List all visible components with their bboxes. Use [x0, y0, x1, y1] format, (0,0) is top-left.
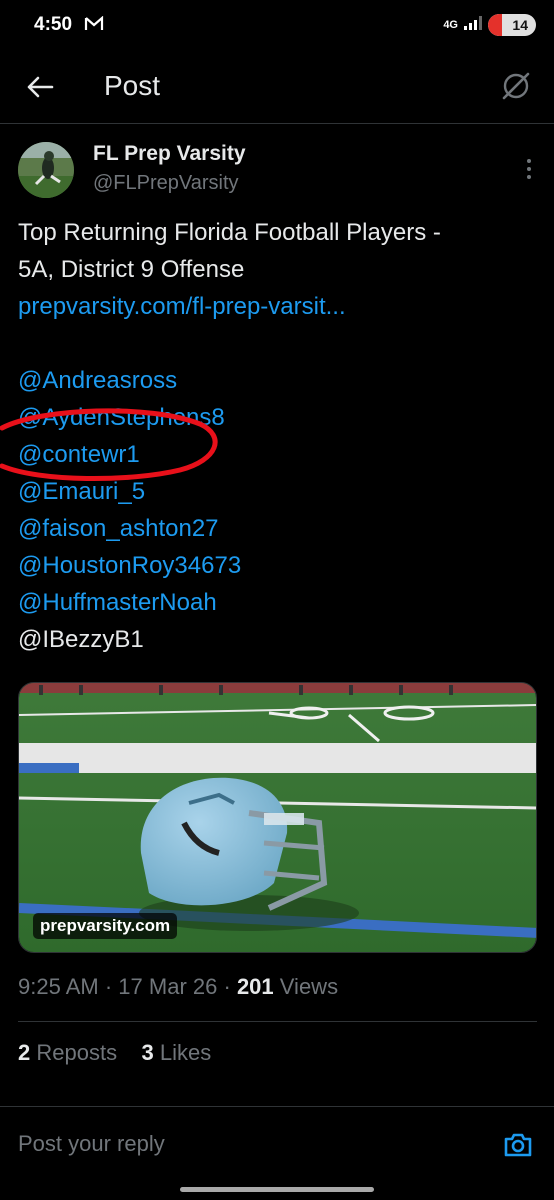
post-text-line: 5A, District 9 Offense — [18, 256, 245, 283]
mention-text: @IBezzyB1 — [18, 626, 144, 653]
post-image[interactable]: prepvarsity.com — [18, 682, 537, 953]
reply-input[interactable]: Post your reply — [18, 1131, 165, 1157]
post-text-line: Top Returning Florida Football Players - — [18, 219, 441, 246]
post-link[interactable]: prepvarsity.com/fl-prep-varsit... — [18, 288, 538, 325]
signal-icon — [464, 15, 482, 35]
post-header: Post — [0, 54, 554, 124]
post-body: Top Returning Florida Football Players -… — [18, 214, 538, 658]
post-stats: 2 Reposts 3 Likes — [18, 1040, 211, 1066]
more-dots-icon — [527, 159, 531, 163]
battery-indicator: 14 — [488, 14, 536, 36]
views-label[interactable]: Views — [280, 974, 338, 999]
mention-link[interactable]: @contewr1 — [18, 436, 538, 473]
mention-link[interactable]: @HoustonRoy34673 — [18, 547, 538, 584]
arrow-left-icon — [27, 76, 54, 98]
more-options-button[interactable] — [522, 154, 536, 184]
reposts-count: 2 — [18, 1040, 31, 1065]
author-handle[interactable]: @FLPrepVarsity — [93, 172, 239, 195]
camera-button[interactable] — [502, 1129, 534, 1161]
mention-link[interactable]: @Emauri_5 — [18, 473, 538, 510]
network-type: 4G — [443, 19, 458, 31]
media-caption: prepvarsity.com — [33, 913, 178, 939]
battery-level: 14 — [512, 17, 528, 33]
likes-stat[interactable]: 3 Likes — [142, 1040, 212, 1065]
likes-label: Likes — [159, 1040, 212, 1065]
post-time: 9:25 AM — [18, 974, 99, 999]
author-name[interactable]: FL Prep Varsity — [93, 142, 246, 166]
mention-link[interactable]: @Andreasross — [18, 362, 538, 399]
grok-icon — [502, 72, 530, 100]
grok-button[interactable] — [498, 68, 534, 104]
post-date: 17 Mar 26 — [118, 974, 218, 999]
status-time: 4:50 — [34, 14, 73, 35]
post-meta: 9:25 AM · 17 Mar 26 · 201 Views — [18, 974, 339, 999]
reposts-label: Reposts — [36, 1040, 118, 1065]
gmail-icon — [84, 15, 104, 37]
home-indicator — [180, 1187, 374, 1192]
mention-link[interactable]: @HuffmasterNoah — [18, 584, 538, 621]
likes-count: 3 — [141, 1040, 154, 1065]
status-indicators: 4G 14 — [443, 14, 536, 36]
mention-link[interactable]: @AydenStephens8 — [18, 399, 538, 436]
post-author: FL Prep Varsity @FLPrepVarsity — [18, 140, 538, 200]
reposts-stat[interactable]: 2 Reposts — [18, 1040, 117, 1065]
views-count[interactable]: 201 — [237, 974, 274, 999]
mention-link[interactable]: @faison_ashton27 — [18, 510, 538, 547]
divider — [18, 1021, 537, 1022]
status-bar: 4:50 4G 14 — [0, 0, 554, 54]
back-button[interactable] — [22, 69, 58, 105]
avatar[interactable] — [18, 142, 74, 198]
page-title: Post — [104, 70, 161, 101]
camera-icon — [504, 1133, 532, 1157]
reply-bar: Post your reply — [0, 1106, 554, 1200]
